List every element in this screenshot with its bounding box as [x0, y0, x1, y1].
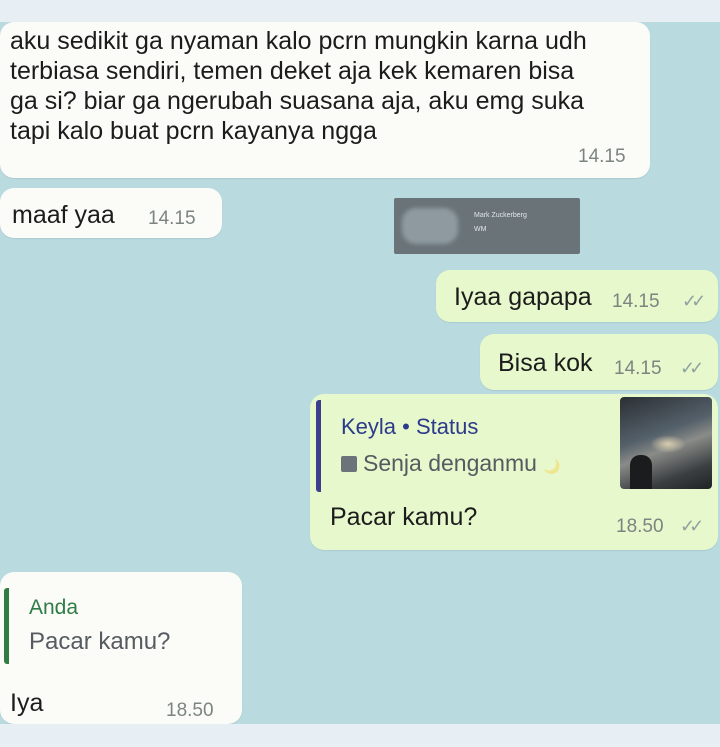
message-bubble-incoming[interactable]: Anda Pacar kamu? Iya 18.50: [0, 572, 242, 724]
read-ticks-icon: ✓✓: [680, 358, 704, 378]
moon-emoji: 🌙: [543, 458, 561, 474]
sunset-glow: [650, 435, 686, 453]
quote-author: Anda: [29, 596, 79, 619]
message-text: Pacar kamu?: [330, 503, 478, 531]
read-ticks-icon: ✓✓: [682, 291, 706, 311]
status-quote[interactable]: Keyla • Status Senja denganmu 🌙: [316, 400, 621, 492]
silhouette: [630, 455, 652, 489]
message-text-line: aku sedikit ga nyaman kalo pcrn mungkin …: [10, 27, 587, 55]
message-time: 18.50: [616, 516, 664, 537]
read-ticks-icon: ✓✓: [680, 516, 704, 536]
message-time: 14.15: [578, 146, 626, 167]
quote-text-row: Senja denganmu 🌙: [341, 450, 561, 477]
quote-text: Senja denganmu: [363, 450, 537, 476]
screenshot: { "messages": { "m1": { "text_lines": ["…: [0, 0, 720, 747]
watermark-sub: WM: [474, 226, 487, 233]
status-thumbnail[interactable]: [620, 397, 712, 489]
image-icon: [341, 456, 357, 472]
quote-text: Pacar kamu?: [29, 628, 171, 655]
message-bubble-incoming[interactable]: maaf yaa 14.15: [0, 188, 222, 238]
message-text: Bisa kok: [498, 349, 593, 377]
message-time: 14.15: [614, 358, 662, 379]
message-text: maaf yaa: [12, 201, 115, 229]
message-bubble-outgoing[interactable]: Iyaa gapapa 14.15 ✓✓: [436, 270, 718, 322]
watermark: Mark Zuckerberg WM: [394, 198, 580, 254]
message-text-line: tapi kalo buat pcrn kayanya ngga: [10, 117, 377, 145]
message-time: 14.15: [612, 291, 660, 312]
message-bubble-incoming[interactable]: aku sedikit ga nyaman kalo pcrn mungkin …: [0, 22, 650, 178]
message-text-line: ga si? biar ga ngerubah suasana aja, aku…: [10, 87, 584, 115]
reply-quote[interactable]: Anda Pacar kamu?: [4, 588, 229, 664]
message-text: Iya: [10, 689, 44, 717]
message-time: 18.50: [166, 700, 214, 721]
message-text-line: terbiasa sendiri, temen deket aja kek ke…: [10, 57, 575, 85]
message-text: Iyaa gapapa: [454, 283, 592, 311]
message-bubble-outgoing[interactable]: Bisa kok 14.15 ✓✓: [480, 334, 718, 390]
watermark-avatar: [402, 208, 458, 244]
message-time: 14.15: [148, 208, 196, 229]
chat-area[interactable]: aku sedikit ga nyaman kalo pcrn mungkin …: [0, 22, 720, 724]
quote-author: Keyla • Status: [341, 414, 479, 439]
watermark-name: Mark Zuckerberg: [474, 212, 527, 219]
